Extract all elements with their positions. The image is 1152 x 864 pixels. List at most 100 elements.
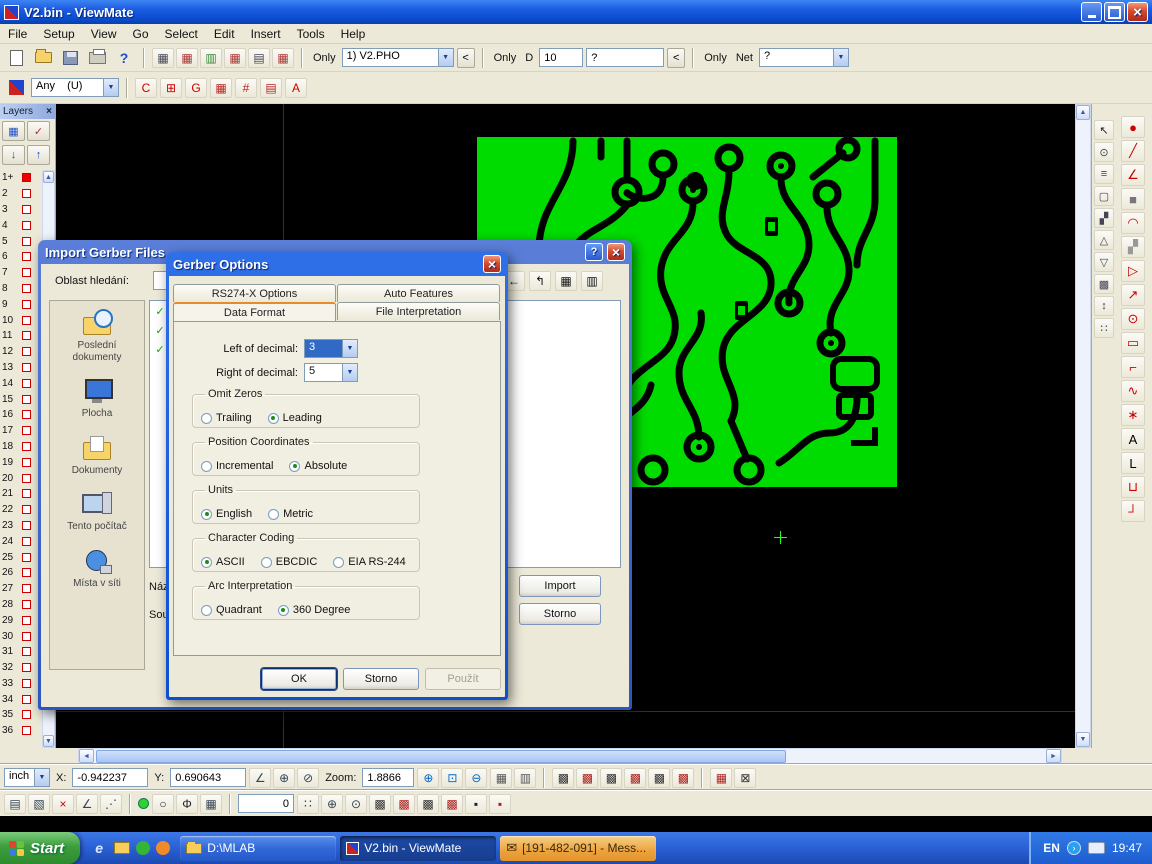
radio-ebcdic[interactable]: EBCDIC: [261, 556, 318, 568]
hatch-tool[interactable]: ▞: [1094, 208, 1114, 228]
draw-corner-tool[interactable]: ⌐: [1121, 356, 1145, 378]
layer-move-up-icon[interactable]: ↑: [27, 145, 50, 165]
text-tool[interactable]: A: [1121, 428, 1145, 450]
layer-row-36[interactable]: 36: [0, 723, 42, 739]
scroll-up-icon[interactable]: [43, 171, 54, 183]
radio-ascii[interactable]: ASCII: [201, 556, 245, 568]
pad-dark-icon-1[interactable]: ▪: [465, 794, 487, 814]
layer-color-swatch[interactable]: [22, 553, 31, 562]
draw-triangle-tool[interactable]: ▷: [1121, 260, 1145, 282]
layer-color-swatch[interactable]: [22, 205, 31, 214]
scroll-right-icon[interactable]: [1046, 749, 1061, 763]
radio-trailing[interactable]: Trailing: [201, 412, 252, 424]
help-pointer-icon[interactable]: ?: [112, 47, 136, 69]
layer-row-10[interactable]: 10: [0, 312, 42, 328]
draw-pad-tool[interactable]: ●: [1121, 116, 1145, 138]
new-file-icon[interactable]: [4, 47, 28, 69]
grid-small-icon[interactable]: ▦: [200, 794, 222, 814]
menu-edit[interactable]: Edit: [206, 25, 243, 43]
only-net-label[interactable]: Only: [701, 52, 730, 64]
layer-color-swatch[interactable]: [22, 442, 31, 451]
print-icon[interactable]: [85, 47, 109, 69]
film-table-icon-4[interactable]: ▦: [224, 48, 246, 68]
menu-view[interactable]: View: [83, 25, 125, 43]
menu-tools[interactable]: Tools: [289, 25, 333, 43]
pad-display-icon-5[interactable]: ▩: [648, 768, 670, 788]
delete-icon[interactable]: ×: [52, 794, 74, 814]
pad-display-icon-6[interactable]: ▩: [672, 768, 694, 788]
minimize-icon[interactable]: [1081, 2, 1102, 22]
layer-row-13[interactable]: 13: [0, 360, 42, 376]
origin-icon[interactable]: ⊕: [273, 768, 295, 788]
close-icon[interactable]: [483, 255, 501, 273]
ok-button[interactable]: OK: [261, 668, 337, 690]
grid-toggle-icon-1[interactable]: ▦: [490, 768, 512, 788]
new-folder-icon[interactable]: ▦: [555, 271, 577, 291]
layer-color-swatch[interactable]: [22, 568, 31, 577]
layer-color-swatch[interactable]: [22, 331, 31, 340]
layer-row-17[interactable]: 17: [0, 423, 42, 439]
layer-row-29[interactable]: 29: [0, 612, 42, 628]
radio-absolute[interactable]: Absolute: [289, 460, 347, 472]
draw-circle-tool[interactable]: ⊙: [1121, 308, 1145, 330]
layer-row-21[interactable]: 21: [0, 486, 42, 502]
layer-color-swatch[interactable]: [22, 616, 31, 625]
layer-color-swatch[interactable]: [22, 537, 31, 546]
draw-star-tool[interactable]: ∗: [1121, 404, 1145, 426]
film-table-icon-3[interactable]: ▥: [200, 48, 222, 68]
pad-pattern-icon-3[interactable]: ▩: [417, 794, 439, 814]
layer-row-14[interactable]: 14: [0, 375, 42, 391]
radio-leading[interactable]: Leading: [268, 412, 322, 424]
prev-file-button[interactable]: <: [457, 48, 475, 68]
pou-t-button[interactable]: Použít: [425, 668, 501, 690]
layer-color-swatch[interactable]: [22, 647, 31, 656]
open-file-icon[interactable]: [31, 47, 55, 69]
dcode-hash-tool[interactable]: #: [235, 78, 257, 98]
layer-row-3[interactable]: 3: [0, 202, 42, 218]
layer-color-swatch[interactable]: [22, 268, 31, 277]
place-plocha[interactable]: Plocha: [52, 377, 142, 420]
layer-table-icon[interactable]: ▦: [2, 121, 25, 141]
menu-insert[interactable]: Insert: [243, 25, 289, 43]
dcode-c-tool[interactable]: C: [135, 78, 157, 98]
layer-color-swatch[interactable]: [22, 663, 31, 672]
angle-icon[interactable]: ∠: [76, 794, 98, 814]
menu-file[interactable]: File: [0, 25, 35, 43]
zoom-in-icon[interactable]: ⊕: [417, 768, 439, 788]
menu-go[interactable]: Go: [125, 25, 157, 43]
layer-color-swatch[interactable]: [22, 221, 31, 230]
layer-row-34[interactable]: 34: [0, 691, 42, 707]
gerber-dialog-title-bar[interactable]: Gerber Options: [169, 252, 505, 276]
layer-color-swatch[interactable]: [22, 347, 31, 356]
select-point-tool[interactable]: ⊙: [1094, 142, 1114, 162]
scroll-left-icon[interactable]: [79, 749, 94, 763]
radio-english[interactable]: English: [201, 508, 252, 520]
layer-color-swatch[interactable]: [22, 379, 31, 388]
radio-metric[interactable]: Metric: [268, 508, 313, 520]
layer-row-33[interactable]: 33: [0, 676, 42, 692]
measure-down-tool[interactable]: ▽: [1094, 252, 1114, 272]
measure-diagonal-icon[interactable]: ∠: [249, 768, 271, 788]
grid-toggle-icon-2[interactable]: ▥: [514, 768, 536, 788]
pad-display-icon-1[interactable]: ▩: [552, 768, 574, 788]
place-dokumenty[interactable]: Dokumenty: [52, 434, 142, 477]
unit-combo[interactable]: inch: [4, 768, 50, 787]
layer-color-swatch[interactable]: [22, 189, 31, 198]
quick-launch-browser-icon[interactable]: [156, 841, 170, 855]
vertical-scrollbar[interactable]: [1075, 104, 1091, 748]
draw-arc-tool[interactable]: ◠: [1121, 212, 1145, 234]
stack-tool[interactable]: ≡: [1094, 164, 1114, 184]
layer-row-8[interactable]: 8: [0, 281, 42, 297]
layer-row-28[interactable]: 28: [0, 597, 42, 613]
pad-pattern-icon-2[interactable]: ▩: [393, 794, 415, 814]
layer-row-1[interactable]: 1+: [0, 170, 42, 186]
storno-button[interactable]: Storno: [343, 668, 419, 690]
layer-row-7[interactable]: 7: [0, 265, 42, 281]
menu-setup[interactable]: Setup: [35, 25, 82, 43]
layer-color-swatch[interactable]: [22, 584, 31, 593]
file-combo[interactable]: 1) V2.PHO: [342, 48, 454, 67]
layer-color-swatch[interactable]: [22, 632, 31, 641]
dcode-a-tool[interactable]: A: [285, 78, 307, 98]
radio-360-degree[interactable]: 360 Degree: [278, 604, 351, 616]
circle-outline-icon[interactable]: ○: [152, 794, 174, 814]
